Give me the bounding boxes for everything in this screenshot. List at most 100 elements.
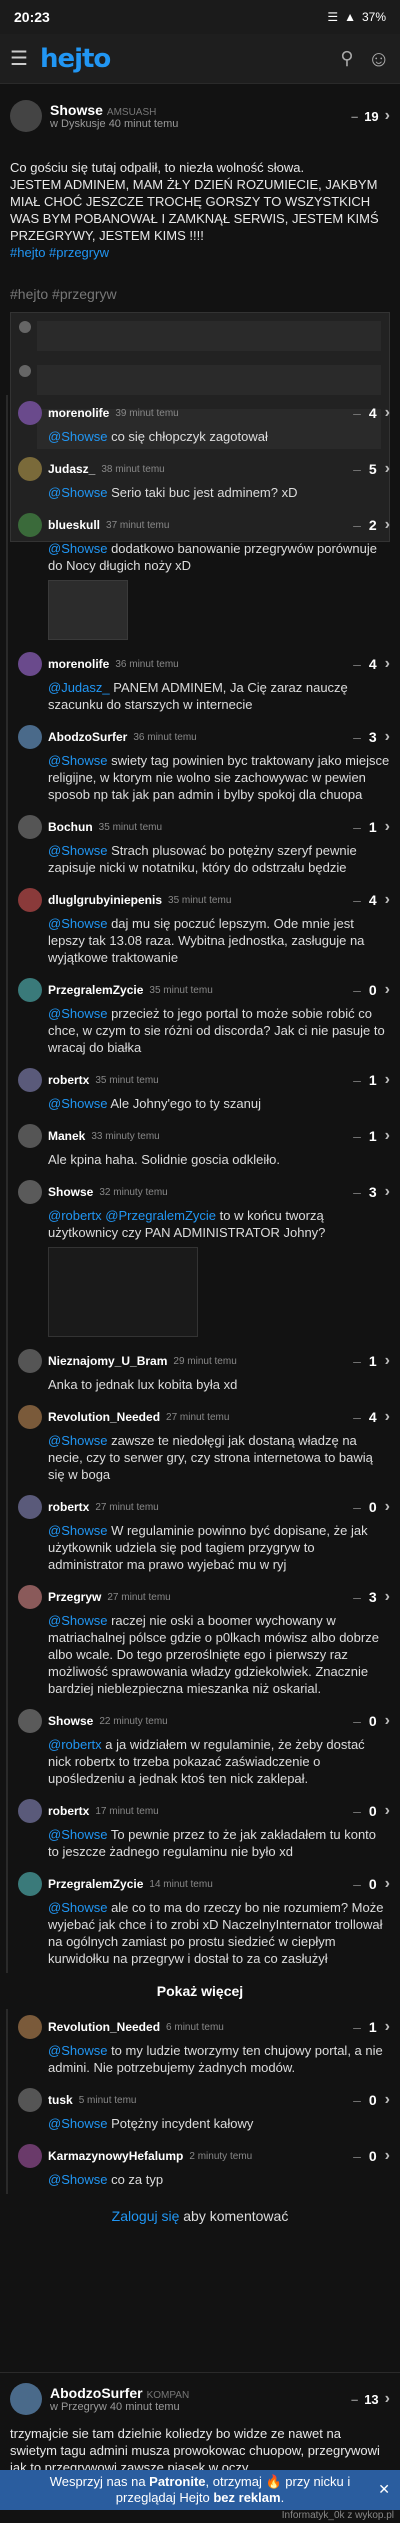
mention-link[interactable]: @Judasz_ xyxy=(48,680,110,695)
upvote-button[interactable]: › xyxy=(385,516,390,534)
commenter-avatar[interactable] xyxy=(18,978,42,1002)
upvote-button[interactable]: › xyxy=(385,460,390,478)
upvote-button[interactable]: › xyxy=(385,1408,390,1426)
mention-link[interactable]: @Showse xyxy=(48,1613,107,1628)
commenter-name[interactable]: robertx xyxy=(48,1500,89,1514)
author-avatar[interactable] xyxy=(10,2383,42,2415)
commenter-avatar[interactable] xyxy=(18,1495,42,1519)
post-author[interactable]: Showse xyxy=(50,102,103,118)
downvote-button[interactable]: – xyxy=(353,2019,361,2035)
hejto-logo[interactable]: hejto xyxy=(40,44,111,74)
mention-link[interactable]: @robertx xyxy=(48,1208,102,1223)
mention-link[interactable]: @Showse xyxy=(48,2043,107,2058)
downvote-button[interactable]: – xyxy=(353,892,361,908)
downvote-button[interactable]: – xyxy=(353,2092,361,2108)
downvote-button[interactable]: – xyxy=(353,2148,361,2164)
author-avatar[interactable] xyxy=(10,100,42,132)
mention-link[interactable]: @robertx xyxy=(48,1737,102,1752)
downvote-button[interactable]: – xyxy=(353,1072,361,1088)
downvote-button[interactable]: – xyxy=(351,2392,358,2407)
commenter-name[interactable]: PrzegralemZycie xyxy=(48,983,143,997)
commenter-name[interactable]: Showse xyxy=(48,1185,93,1199)
upvote-button[interactable]: › xyxy=(385,404,390,422)
upvote-button[interactable]: › xyxy=(385,2091,390,2109)
upvote-button[interactable]: › xyxy=(385,2018,390,2036)
post-author[interactable]: AbodzoSurfer xyxy=(50,2385,143,2401)
mention-link[interactable]: @Showse xyxy=(48,2172,107,2187)
commenter-name[interactable]: Judasz_ xyxy=(48,462,95,476)
upvote-button[interactable]: › xyxy=(385,1071,390,1089)
commenter-avatar[interactable] xyxy=(18,652,42,676)
mention-link[interactable]: @Showse xyxy=(48,1827,107,1842)
commenter-name[interactable]: morenolife xyxy=(48,657,109,671)
commenter-avatar[interactable] xyxy=(18,1349,42,1373)
close-icon[interactable]: ✕ xyxy=(378,2481,390,2497)
downvote-button[interactable]: – xyxy=(353,405,361,421)
search-icon[interactable]: ⚲ xyxy=(340,48,353,69)
commenter-name[interactable]: Bochun xyxy=(48,820,93,834)
commenter-name[interactable]: morenolife xyxy=(48,406,109,420)
menu-icon[interactable]: ☰ xyxy=(10,46,28,71)
mention-link[interactable]: @Showse xyxy=(48,753,107,768)
upvote-button[interactable]: › xyxy=(385,818,390,836)
upvote-button[interactable]: › xyxy=(385,1352,390,1370)
commenter-name[interactable]: Revolution_Needed xyxy=(48,2020,160,2034)
upvote-button[interactable]: › xyxy=(385,1183,390,1201)
commenter-avatar[interactable] xyxy=(18,513,42,537)
commenter-avatar[interactable] xyxy=(18,888,42,912)
commenter-avatar[interactable] xyxy=(18,2015,42,2039)
mention-link[interactable]: @Showse xyxy=(48,2116,107,2131)
downvote-button[interactable]: – xyxy=(353,729,361,745)
downvote-button[interactable]: – xyxy=(353,1713,361,1729)
support-banner[interactable]: Wesprzyj nas na Patronite, otrzymaj 🔥 pr… xyxy=(0,2470,400,2510)
mention-link[interactable]: @Showse xyxy=(48,485,107,500)
downvote-button[interactable]: – xyxy=(353,656,361,672)
commenter-name[interactable]: dluglgrubyiniepenis xyxy=(48,893,162,907)
commenter-avatar[interactable] xyxy=(18,1709,42,1733)
downvote-button[interactable]: – xyxy=(353,461,361,477)
mention-link[interactable]: @Showse xyxy=(48,429,107,444)
commenter-avatar[interactable] xyxy=(18,2088,42,2112)
downvote-button[interactable]: – xyxy=(353,982,361,998)
upvote-button[interactable]: › xyxy=(385,1712,390,1730)
mention-link[interactable]: @Showse xyxy=(48,1006,107,1021)
commenter-name[interactable]: Showse xyxy=(48,1714,93,1728)
upvote-button[interactable]: › xyxy=(385,655,390,673)
mention-link[interactable]: @Showse xyxy=(48,1433,107,1448)
commenter-name[interactable]: blueskull xyxy=(48,518,100,532)
commenter-avatar[interactable] xyxy=(18,1124,42,1148)
show-more-button[interactable]: Pokaż więcej xyxy=(0,1973,400,2009)
commenter-name[interactable]: Przegryw xyxy=(48,1590,101,1604)
upvote-button[interactable]: › xyxy=(385,1127,390,1145)
commenter-name[interactable]: Nieznajomy_U_Bram xyxy=(48,1354,167,1368)
upvote-button[interactable]: › xyxy=(385,1498,390,1516)
downvote-button[interactable]: – xyxy=(353,1803,361,1819)
commenter-avatar[interactable] xyxy=(18,1872,42,1896)
mention-link[interactable]: @Showse xyxy=(48,916,107,931)
commenter-name[interactable]: KarmazynowyHefalump xyxy=(48,2149,183,2163)
upvote-button[interactable]: › xyxy=(385,2147,390,2165)
post-hashtags[interactable]: #hejto #przegryw xyxy=(10,244,390,261)
mention-link[interactable]: @Showse xyxy=(48,1900,107,1915)
commenter-avatar[interactable] xyxy=(18,2144,42,2168)
commenter-avatar[interactable] xyxy=(18,815,42,839)
mention-link[interactable]: @Showse xyxy=(48,1523,107,1538)
commenter-avatar[interactable] xyxy=(18,457,42,481)
downvote-button[interactable]: – xyxy=(351,109,358,124)
downvote-button[interactable]: – xyxy=(353,1128,361,1144)
upvote-button[interactable]: › xyxy=(385,2390,390,2408)
commenter-avatar[interactable] xyxy=(18,1799,42,1823)
comment-image[interactable] xyxy=(48,580,128,640)
commenter-name[interactable]: PrzegralemZycie xyxy=(48,1877,143,1891)
downvote-button[interactable]: – xyxy=(353,1353,361,1369)
commenter-avatar[interactable] xyxy=(18,1068,42,1092)
upvote-button[interactable]: › xyxy=(385,728,390,746)
commenter-name[interactable]: robertx xyxy=(48,1804,89,1818)
commenter-name[interactable]: Manek xyxy=(48,1129,85,1143)
patronite-link[interactable]: Patronite xyxy=(149,2474,205,2489)
commenter-avatar[interactable] xyxy=(18,1405,42,1429)
upvote-button[interactable]: › xyxy=(385,1875,390,1893)
downvote-button[interactable]: – xyxy=(353,1499,361,1515)
downvote-button[interactable]: – xyxy=(353,1589,361,1605)
commenter-avatar[interactable] xyxy=(18,1585,42,1609)
